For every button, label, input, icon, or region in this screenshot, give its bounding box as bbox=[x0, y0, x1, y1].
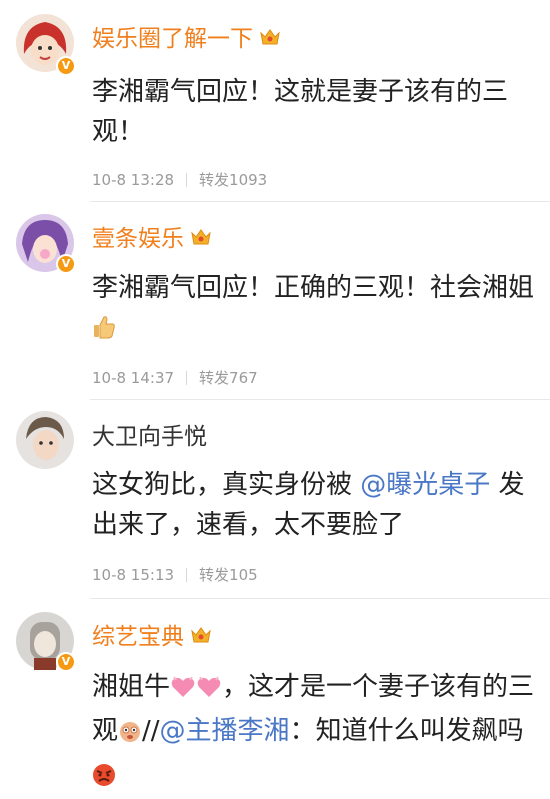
divider bbox=[90, 399, 550, 400]
v-badge-icon: V bbox=[56, 56, 76, 76]
thumbs-up-emoji bbox=[92, 312, 116, 352]
crown-icon bbox=[190, 225, 212, 255]
username[interactable]: 大卫向手悦 bbox=[92, 422, 207, 452]
repost-count[interactable]: 转发767 bbox=[199, 369, 258, 387]
v-badge-icon: V bbox=[56, 254, 76, 274]
comment-text: 李湘霸气回应！正确的三观！社会湘姐 bbox=[92, 268, 544, 352]
comment-time: 10-8 14:37 bbox=[92, 369, 175, 387]
v-badge-icon: V bbox=[56, 652, 76, 672]
comment-time: 10-8 13:28 bbox=[92, 171, 175, 189]
divider bbox=[90, 201, 550, 202]
avatar-image bbox=[16, 411, 74, 469]
comment-text: 这女狗比，真实身份被 @曝光桌子 发出来了，速看，太不要脸了 bbox=[92, 470, 525, 540]
repost-count[interactable]: 转发1093 bbox=[199, 171, 267, 189]
crown-icon bbox=[259, 25, 281, 55]
comment-meta: 10-8 14:37 转发767 bbox=[92, 367, 258, 388]
face-emoji bbox=[118, 715, 142, 755]
avatar[interactable] bbox=[16, 411, 74, 469]
username[interactable]: 娱乐圈了解一下 bbox=[92, 24, 281, 55]
pink-heart-emoji bbox=[196, 671, 222, 711]
comment-feed: V 娱乐圈了解一下 李湘霸气回应！这就是妻子该有的三观！ 10-8 13:28 转… bbox=[0, 0, 550, 795]
comment-text: 湘姐牛 ，这才是一个妻子该有的三观//@主播李湘：知道什么叫发飙吗 bbox=[92, 667, 544, 799]
comment-time: 10-8 15:13 bbox=[92, 566, 175, 584]
mention-link[interactable]: @曝光桌子 bbox=[360, 470, 490, 500]
repost-count[interactable]: 转发105 bbox=[199, 566, 258, 584]
comment-text: 李湘霸气回应！这就是妻子该有的三观！ bbox=[92, 77, 509, 147]
pink-heart-emoji bbox=[170, 671, 196, 711]
divider bbox=[90, 598, 550, 599]
crown-icon bbox=[190, 623, 212, 653]
comment-meta: 10-8 13:28 转发1093 bbox=[92, 169, 267, 190]
comment-meta: 10-8 15:13 转发105 bbox=[92, 564, 258, 585]
angry-face-emoji bbox=[92, 759, 116, 799]
mention-link[interactable]: @主播李湘 bbox=[160, 716, 290, 746]
username[interactable]: 综艺宝典 bbox=[92, 622, 212, 653]
username[interactable]: 壹条娱乐 bbox=[92, 224, 212, 255]
